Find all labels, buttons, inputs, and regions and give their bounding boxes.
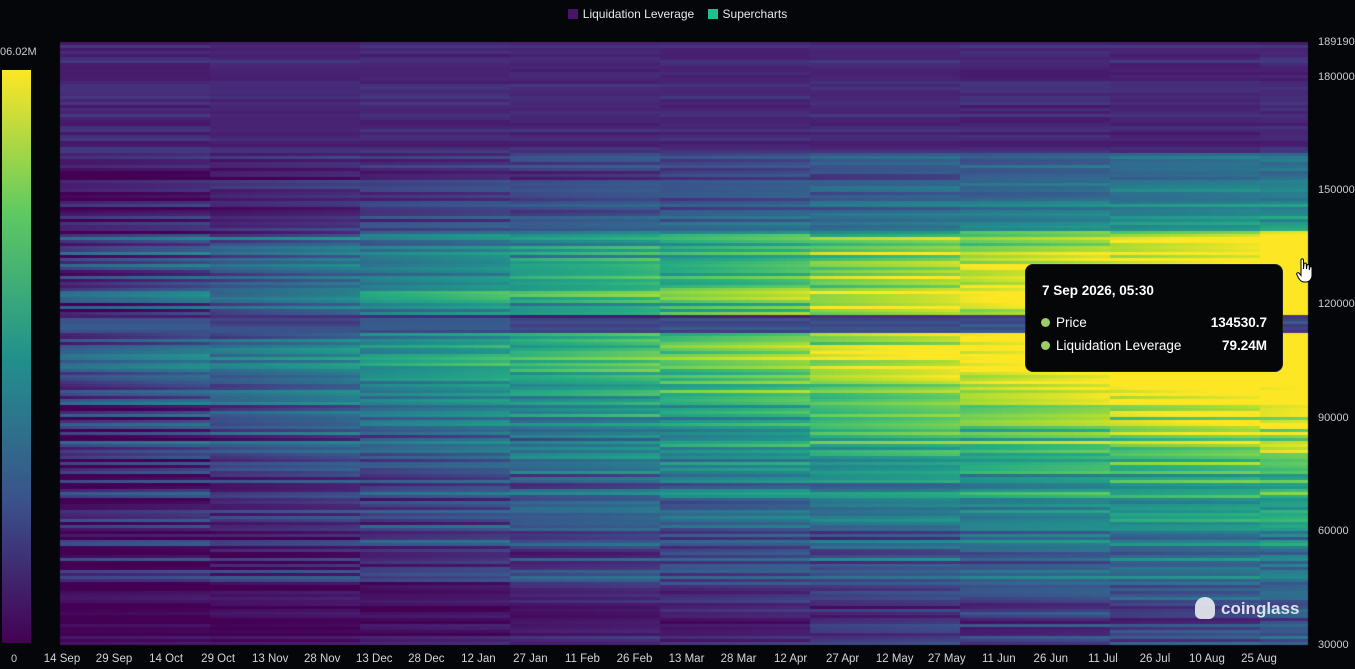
x-tick-label: 11 Jul <box>1087 653 1118 665</box>
tooltip-row-liquidation-leverage: Liquidation Leverage 79.24M <box>1041 338 1267 353</box>
x-tick-label: 12 May <box>875 653 914 665</box>
legend-swatch <box>707 9 718 19</box>
y-axis: 189190 180000 150000 120000 90000 60000 30000 <box>1310 0 1355 669</box>
x-tick-label: 29 Oct <box>201 653 236 665</box>
coinglass-logo-icon <box>1195 597 1215 619</box>
x-tick-label: 14 Oct <box>149 653 184 665</box>
colorbar <box>2 70 31 643</box>
watermark-text: coinglass <box>1221 599 1300 618</box>
legend-label: Supercharts <box>722 7 788 21</box>
x-tick-label: 27 May <box>927 653 966 665</box>
tooltip-title: 7 Sep 2026, 05:30 <box>1042 283 1154 298</box>
x-tick-label: 25 Aug <box>1241 653 1277 665</box>
legend-swatch <box>567 9 578 19</box>
x-tick-label: 27 Jan <box>513 653 548 665</box>
tooltip-dot <box>1041 318 1050 327</box>
x-tick-label: 28 Mar <box>720 653 757 665</box>
x-tick-label: 13 Dec <box>356 653 393 665</box>
x-tick-label: 26 Jun <box>1033 653 1069 665</box>
chart-legend: Liquidation Leverage Supercharts <box>0 7 1355 21</box>
legend-item-liquidation-leverage[interactable]: Liquidation Leverage <box>567 7 695 21</box>
x-tick-label: 28 Dec <box>408 653 445 665</box>
tooltip-label: Liquidation Leverage <box>1056 338 1182 353</box>
x-tick-label: 27 Apr <box>826 653 860 665</box>
y-tick-label: 189190 <box>1318 36 1355 48</box>
colorbar-max-label: 06.02M <box>0 46 37 58</box>
x-tick-label: 14 Sep <box>43 653 81 665</box>
x-tick-label: 12 Apr <box>773 653 808 665</box>
x-tick-label: 12 Jan <box>461 653 496 665</box>
y-tick-label: 30000 <box>1318 639 1349 651</box>
x-tick-label: 28 Nov <box>303 653 341 665</box>
y-tick-label: 180000 <box>1318 70 1355 83</box>
y-tick-label: 120000 <box>1318 298 1355 311</box>
x-axis: 14 Sep 29 Sep 14 Oct 29 Oct 13 Nov 28 Nov 13 D… <box>0 653 1355 669</box>
x-tick-label: 29 Sep <box>95 653 133 665</box>
y-tick-label: 150000 <box>1318 184 1355 197</box>
hand-cursor-icon <box>1296 258 1313 283</box>
tooltip-value: 79.24M <box>1221 338 1267 353</box>
coinglass-watermark: coinglass <box>1195 597 1299 619</box>
tooltip-dot <box>1041 341 1050 350</box>
x-tick-label: 26 Feb <box>616 653 653 665</box>
legend-label: Liquidation Leverage <box>582 7 695 21</box>
chart-tooltip: 7 Sep 2026, 05:30 Price 134530.7 Liquida… <box>1026 265 1282 371</box>
tooltip-row-price: Price 134530.7 <box>1041 315 1267 330</box>
y-tick-label: 60000 <box>1318 525 1349 538</box>
legend-item-supercharts[interactable]: Supercharts <box>707 7 788 21</box>
tooltip-value: 134530.7 <box>1210 315 1267 330</box>
x-tick-label: 13 Nov <box>251 653 289 665</box>
x-tick-label: 11 Jun <box>981 653 1016 665</box>
x-tick-label: 13 Mar <box>668 653 705 665</box>
x-tick-label: 26 Jul <box>1139 653 1171 665</box>
x-tick-label: 10 Aug <box>1189 653 1225 665</box>
tooltip-label: Price <box>1056 315 1087 330</box>
x-tick-label: 11 Feb <box>564 653 600 665</box>
y-tick-label: 90000 <box>1318 411 1349 424</box>
